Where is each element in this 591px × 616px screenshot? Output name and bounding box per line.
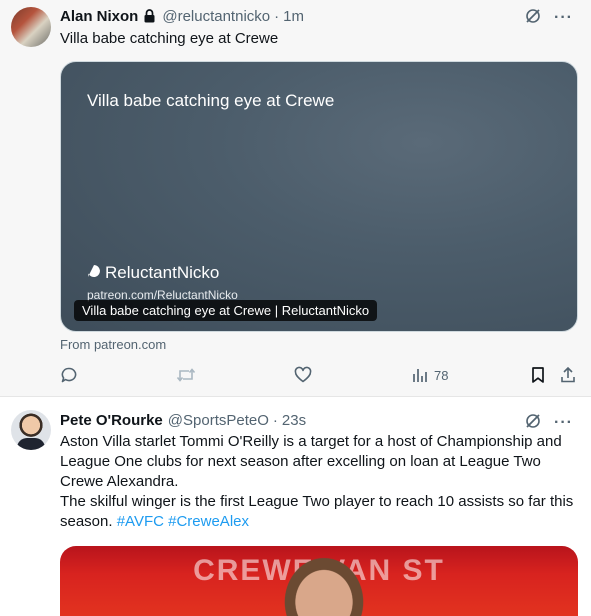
bookmark-icon [530, 366, 546, 384]
hashtag-crewealex[interactable]: #CreweAlex [168, 513, 249, 530]
retweet-button[interactable] [176, 366, 196, 384]
lock-icon [143, 9, 156, 23]
bookmark-button[interactable] [530, 366, 546, 384]
author-name[interactable]: Pete O'Rourke [60, 412, 163, 429]
more-icon[interactable]: ··· [554, 415, 573, 431]
separator-dot: · [274, 7, 280, 25]
card-title: Villa babe catching eye at Crewe [87, 91, 335, 110]
views-button[interactable]: 78 [412, 366, 448, 384]
author-name[interactable]: Alan Nixon [60, 8, 138, 25]
retweet-icon [176, 366, 196, 384]
link-card[interactable]: Villa babe catching eye at Crewe Relucta… [60, 61, 578, 332]
share-icon [560, 366, 576, 384]
tweet-top-actions: ··· [524, 7, 573, 29]
author-handle[interactable]: @reluctantnicko [162, 8, 270, 25]
reply-icon [60, 366, 78, 384]
tweet-text-paragraph-1: Aston Villa starlet Tommi O'Reilly is a … [60, 433, 562, 490]
tweet-header: Alan Nixon @reluctantnicko · 1m [60, 6, 304, 26]
avatar[interactable] [11, 410, 51, 450]
tweet-actions: 78 [0, 366, 591, 386]
card-source[interactable]: From patreon.com [60, 337, 166, 352]
avatar-suit [17, 438, 45, 450]
card-brand-name: ReluctantNicko [105, 263, 220, 282]
hashtag-avfc[interactable]: #AVFC [117, 513, 164, 530]
tweet-text: Villa babe catching eye at Crewe [60, 30, 279, 47]
like-button[interactable] [294, 366, 312, 384]
reply-button[interactable] [60, 366, 78, 384]
avatar[interactable] [11, 7, 51, 47]
author-handle[interactable]: @SportsPeteO [168, 412, 269, 429]
separator-dot: · [272, 411, 278, 429]
like-icon [294, 366, 312, 384]
card-brand: ReluctantNicko [87, 263, 219, 283]
tweet-text: Aston Villa starlet Tommi O'Reilly is a … [60, 432, 580, 532]
grok-icon[interactable] [524, 412, 542, 434]
timestamp[interactable]: 1m [283, 8, 304, 25]
grok-icon[interactable] [524, 7, 542, 29]
views-icon [412, 366, 428, 384]
more-icon[interactable]: ··· [554, 10, 573, 26]
timestamp[interactable]: 23s [282, 412, 306, 429]
tweet-header: Pete O'Rourke @SportsPeteO · 23s [60, 410, 306, 430]
views-count: 78 [434, 367, 449, 383]
card-caption: Villa babe catching eye at Crewe | Reluc… [74, 300, 378, 321]
tweet-text-paragraph-2: The skilful winger is the first League T… [60, 492, 580, 532]
patreon-icon [87, 263, 101, 283]
tweet-top-actions: ··· [524, 412, 573, 434]
share-button[interactable] [560, 366, 576, 384]
